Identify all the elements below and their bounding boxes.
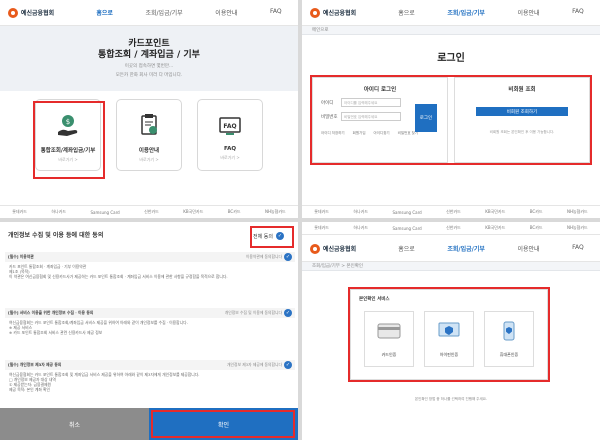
main-nav: 홈으로 조회/입금/기부 이용안내 FAQ [382, 5, 600, 20]
nav-guide[interactable]: 이용안내 [515, 241, 541, 256]
site-logo[interactable]: 예신금융협회 [310, 243, 382, 254]
login-page-panel: 예신금융협회 홈으로 조회/입금/기부 이용안내 FAQ 메인으로 로그인 아이… [302, 0, 600, 218]
page-title: 로그인 [437, 53, 465, 64]
sponsor-strip: 롯데카드 하나카드 Samsung Card 신한카드 KB국민카드 BC카드 … [302, 222, 600, 235]
consent-page-panel: 개인정보 수집 및 이용 등에 대한 동의 전체 동의 ✓ [필수] 이용약관 이용… [0, 222, 298, 440]
logo-mark-icon [310, 243, 320, 254]
sponsor-item: 하나카드 [353, 225, 369, 230]
sponsor-item: BC카드 [529, 225, 543, 230]
sponsor-item: 롯데카드 [12, 209, 27, 214]
nav-guide[interactable]: 이용안내 [515, 5, 541, 20]
hero-title-2: 통합조회 / 계좌입금 / 기부 [98, 50, 200, 60]
site-header: 예신금융협회 홈으로 조회/입금/기부 이용안내 FAQ [0, 0, 298, 26]
sponsor-item: 롯데카드 [314, 225, 329, 230]
consent-section: [필수] 서비스 이용을 위한 개인정보 수집 · 이용 동의 개인정보 수집 및… [5, 308, 295, 337]
nav-faq[interactable]: FAQ [570, 241, 586, 256]
breadcrumb[interactable]: 메인으로 [302, 26, 600, 35]
nav-inquiry[interactable]: 조회/입금/기부 [144, 5, 185, 20]
sponsor-item: BC카드 [227, 209, 241, 214]
sponsor-item: 신한카드 [446, 225, 461, 230]
section-text: 제공 목적: 본인 계좌 확인 [9, 387, 51, 392]
check-icon[interactable]: ✓ [284, 361, 292, 369]
sponsor-item: 하나카드 [353, 209, 369, 214]
logo-mark-icon [8, 7, 18, 18]
logo-mark-icon [310, 7, 320, 18]
card-faq-sub: 바로가기 > [220, 155, 240, 160]
nav-home[interactable]: 홈으로 [396, 5, 417, 20]
sponsor-item: NH농협카드 [566, 225, 588, 230]
sponsor-item: KB국민카드 [183, 209, 204, 214]
section-text: 이 약관은 여신금융협회 및 신용카드사가 제공하는 카드 포인트 통합조회 ·… [9, 274, 228, 279]
highlight-confirm [151, 410, 295, 438]
highlight-login-panels [310, 75, 592, 165]
nav-inquiry[interactable]: 조회/입금/기부 [445, 241, 487, 256]
logo-text: 예신금융협회 [323, 10, 357, 17]
site-logo[interactable]: 예신금융협회 [310, 7, 382, 18]
tutorial-grid: 예신금융협회 홈으로 조회/입금/기부 이용안내 FAQ 카드포인트 통합조회 … [0, 0, 600, 440]
sponsor-item: 롯데카드 [314, 209, 329, 214]
nav-inquiry[interactable]: 조회/입금/기부 [445, 5, 487, 20]
hero-sub-1: 이곳의 접속하면 몇번만... [124, 64, 174, 69]
hero-title-1: 카드포인트 [128, 39, 170, 49]
sponsor-item: KB국민카드 [485, 225, 506, 230]
nav-home[interactable]: 홈으로 [94, 5, 115, 20]
check-icon[interactable]: ✓ [284, 253, 292, 261]
sponsor-item: KB국민카드 [485, 209, 506, 214]
section-agree-label: 이용약관에 동의합니다 [245, 254, 282, 259]
nav-faq[interactable]: FAQ [570, 5, 586, 20]
logo-text: 예신금융협회 [323, 246, 357, 253]
sponsor-item: 하나카드 [51, 209, 67, 214]
sponsor-strip: 롯데카드 하나카드 Samsung Card 신한카드 KB국민카드 BC카드 … [302, 205, 600, 218]
section-head: [필수] 이용약관 [8, 254, 34, 259]
highlight-agree-all [250, 226, 294, 248]
faq-screen-icon: FAQ [217, 112, 243, 138]
nav-home[interactable]: 홈으로 [396, 241, 417, 256]
breadcrumb[interactable]: 조회/입금/기부 > 본인확인 [302, 262, 600, 271]
main-page-panel: 예신금융협회 홈으로 조회/입금/기부 이용안내 FAQ 카드포인트 통합조회 … [0, 0, 298, 218]
hero-banner: 카드포인트 통합조회 / 계좌입금 / 기부 이곳의 접속하면 몇번만... 모… [0, 26, 298, 91]
site-header: 예신금융협회 홈으로 조회/입금/기부 이용안내 FAQ [302, 236, 600, 262]
highlight-verify-box [348, 287, 550, 382]
sponsor-item: NH농협카드 [264, 209, 286, 214]
check-icon[interactable]: ✓ [284, 309, 292, 317]
svg-text:FAQ: FAQ [223, 123, 236, 130]
clipboard-icon [136, 112, 162, 138]
section-agree-label: 개인정보 제3자 제공에 동의합니다 [227, 362, 282, 367]
consent-section: [필수] 개인정보 제3자 제공 동의 개인정보 제3자 제공에 동의합니다 ✓ 여… [5, 360, 295, 394]
logo-text: 예신금융협회 [21, 10, 55, 17]
card-faq-label: FAQ [223, 146, 237, 152]
card-guide[interactable]: 이용안내 바로가기 > [116, 99, 182, 171]
site-header: 예신금융협회 홈으로 조회/입금/기부 이용안내 FAQ [302, 0, 600, 26]
card-faq[interactable]: FAQ FAQ 바로가기 > [197, 99, 263, 171]
nav-guide[interactable]: 이용안내 [213, 5, 239, 20]
nav-faq[interactable]: FAQ [268, 5, 284, 20]
card-guide-sub: 바로가기 > [139, 157, 159, 162]
sponsor-item: NH농협카드 [566, 209, 588, 214]
sponsor-item: Samsung Card [392, 209, 422, 215]
sponsor-strip: 롯데카드 하나카드 Samsung Card 신한카드 KB국민카드 BC카드 … [0, 205, 298, 218]
verify-page-panel: 롯데카드 하나카드 Samsung Card 신한카드 KB국민카드 BC카드 … [302, 222, 600, 440]
sponsor-item: 신한카드 [144, 209, 159, 214]
sponsor-item: Samsung Card [392, 225, 422, 231]
site-logo[interactable]: 예신금융협회 [8, 7, 80, 18]
section-head: [필수] 서비스 이용을 위한 개인정보 수집 · 이용 동의 [8, 310, 94, 315]
consent-section: [필수] 이용약관 이용약관에 동의합니다 ✓ 카드 포인트 통합조회 · 계좌입금… [5, 252, 295, 281]
highlight-card-inquiry [33, 101, 105, 179]
cancel-button[interactable]: 취소 [0, 408, 149, 440]
hero-sub-2: 모든카 한화 회사 미러 다 머입니다. [115, 73, 183, 78]
main-nav: 홈으로 조회/입금/기부 이용안내 FAQ [80, 5, 298, 20]
card-guide-label: 이용안내 [138, 148, 160, 154]
section-agree-label: 개인정보 수집 및 이용에 동의합니다 [224, 310, 282, 315]
section-text: ※ 카드 포인트 통합조회 서비스 관련 신용카드사 제공 정보 [9, 330, 103, 335]
sponsor-item: 신한카드 [446, 209, 461, 214]
verify-note: 본인확인 방법 중 하나를 선택하여 진행해 주세요. [414, 397, 488, 401]
sponsor-item: BC카드 [529, 209, 543, 214]
sponsor-item: Samsung Card [90, 209, 120, 215]
section-head: [필수] 개인정보 제3자 제공 동의 [8, 362, 62, 367]
main-nav: 홈으로 조회/입금/기부 이용안내 FAQ [382, 241, 600, 256]
